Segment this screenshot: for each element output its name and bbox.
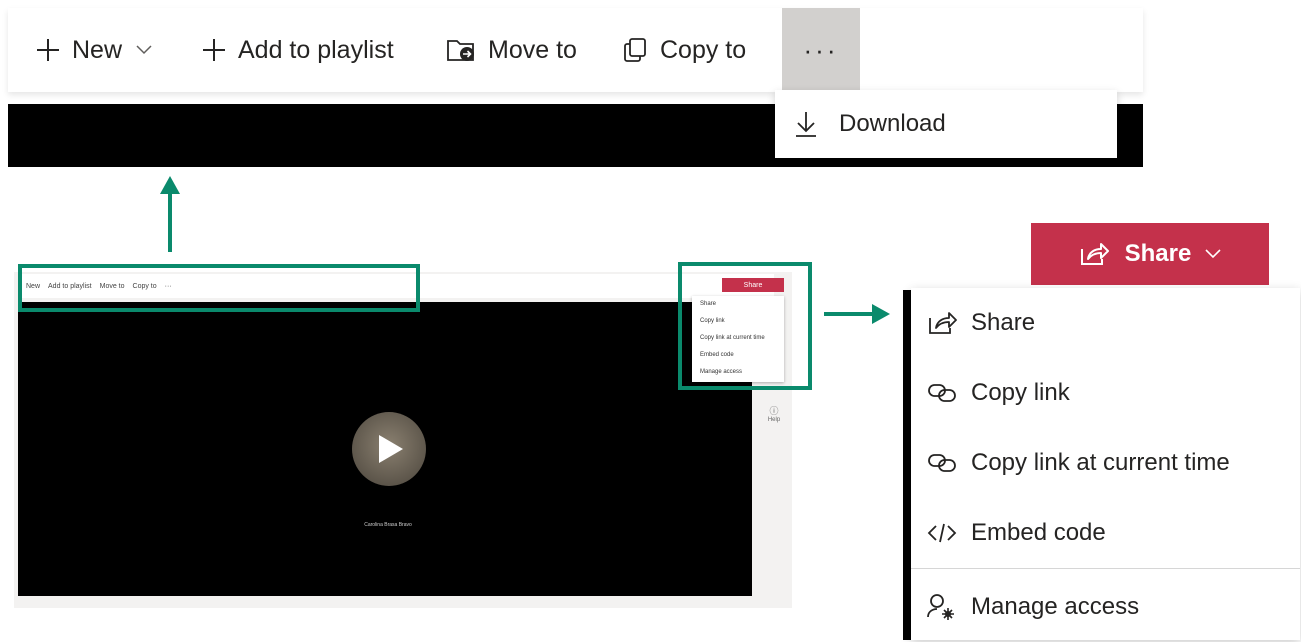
share-icon [927,310,957,336]
mini-video-player: Carolina Brasa Bravo [18,302,752,596]
copy-icon [622,37,648,63]
add-to-playlist-button[interactable]: Add to playlist [202,8,394,92]
menu-item-embed-code-label: Embed code [971,519,1106,546]
menu-item-copy-link-at-time-label: Copy link at current time [971,449,1230,476]
arrow-right-icon [824,312,876,316]
add-to-playlist-label: Add to playlist [238,35,394,64]
play-icon [379,435,403,463]
chevron-down-icon [136,45,152,55]
move-to-label: Move to [488,35,577,64]
video-caption: Carolina Brasa Bravo [364,522,412,528]
download-icon [795,111,817,137]
arrow-up-head [160,176,180,194]
download-label: Download [839,110,946,137]
menu-item-copy-link-at-time[interactable]: Copy link at current time [911,428,1300,498]
menu-item-manage-access[interactable]: Manage access [911,572,1300,642]
help-icon: ⓘ Help [767,406,781,423]
video-page-screenshot: New Add to playlist Move to Copy to ··· … [14,272,792,608]
share-button[interactable]: Share [1031,223,1269,285]
link-icon [927,380,957,406]
new-button[interactable]: New [36,8,152,92]
arrow-right-head [872,304,890,324]
menu-item-share[interactable]: Share [911,288,1300,358]
share-icon [1079,241,1109,267]
menu-divider [911,568,1300,569]
manage-access-icon [927,593,957,621]
menu-item-manage-access-label: Manage access [971,593,1140,620]
code-icon [927,520,957,546]
move-to-button[interactable]: Move to [446,8,577,92]
menu-item-copy-link-label: Copy link [971,379,1070,406]
chevron-down-icon [1205,249,1221,259]
more-options-button[interactable]: ··· [782,8,860,92]
share-menu: Share Copy link Copy link at current tim… [911,288,1300,640]
menu-item-copy-link[interactable]: Copy link [911,358,1300,428]
menu-item-embed-code[interactable]: Embed code [911,498,1300,568]
share-menu-highlight-box [678,262,812,390]
command-bar: New Add to playlist Move to Copy to ··· [8,8,1143,92]
arrow-up-icon [168,192,172,252]
copy-to-button[interactable]: Copy to [622,8,746,92]
copy-to-label: Copy to [660,35,747,64]
help-label: Help [767,417,781,423]
toolbar-highlight-box [18,264,420,312]
folder-move-icon [446,37,476,63]
share-button-label: Share [1124,240,1192,267]
download-menu-item[interactable]: Download [775,90,1117,158]
menu-item-share-label: Share [971,309,1036,336]
plus-icon [36,38,60,62]
new-label: New [72,35,123,64]
link-icon [927,450,957,476]
plus-icon [202,38,226,62]
